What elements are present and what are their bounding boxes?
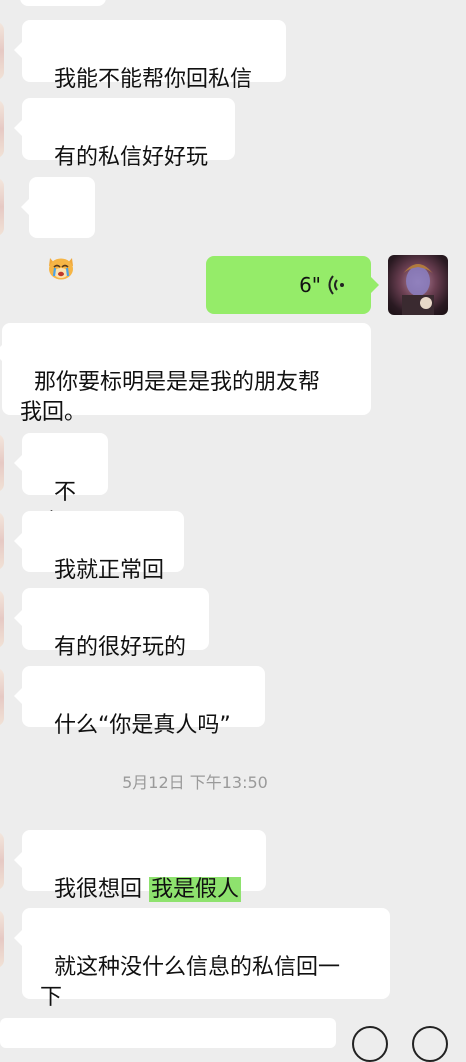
my-avatar[interactable] [388, 255, 448, 315]
message-text: 什么“你是真人吗” [54, 713, 231, 738]
contact-avatar[interactable] [0, 434, 4, 492]
contact-avatar[interactable] [0, 512, 4, 570]
crying-cat-emoji [49, 258, 73, 280]
message-text: 我很想回 [54, 877, 149, 902]
voice-message-bubble[interactable]: 6" [206, 256, 379, 314]
message-text: 我就正常回 [54, 558, 165, 583]
voice-duration: 6" [299, 273, 321, 297]
contact-avatar[interactable] [0, 22, 4, 80]
plus-icon[interactable] [412, 1026, 448, 1062]
contact-avatar[interactable] [0, 590, 4, 648]
message-bubble[interactable]: 有的很好玩的 [14, 588, 209, 660]
emoji-icon[interactable] [352, 1026, 388, 1062]
message-bubble[interactable]: 不会 [14, 433, 108, 535]
contact-avatar[interactable] [0, 668, 4, 726]
contact-avatar[interactable] [0, 910, 4, 968]
message-text: 就这种没什么信息的私信回一 下 [40, 955, 341, 1010]
message-text: 有的很好玩的 [54, 635, 187, 660]
avatar-image [402, 264, 434, 315]
message-bubble[interactable]: 我很想回 我是假人 [14, 830, 266, 902]
contact-avatar[interactable] [0, 100, 4, 158]
contact-avatar[interactable] [0, 178, 4, 236]
message-bubble[interactable]: 那你要标明是是是我的朋友帮 我回。 [0, 323, 371, 425]
message-bubble[interactable]: 就这种没什么信息的私信回一 下 [14, 908, 390, 1010]
message-bubble[interactable]: 我能不能帮你回私信 [14, 20, 286, 92]
message-bubble[interactable]: 我就正常回 [14, 511, 184, 583]
message-input[interactable] [0, 1018, 336, 1048]
message-bubble[interactable]: 有的私信好好玩 [14, 98, 235, 170]
message-text: 我能不能帮你回私信 [54, 67, 253, 92]
contact-avatar[interactable] [0, 832, 4, 890]
voice-wave-icon [328, 275, 344, 295]
chat-timestamp: 5月12日 下午13:50 [122, 773, 268, 792]
message-bubble-partial[interactable] [20, 0, 106, 6]
message-text: 那你要标明是是是我的朋友帮 我回。 [20, 370, 321, 425]
message-bubble[interactable]: 什么“你是真人吗” [14, 666, 265, 738]
highlighted-text: 我是假人 [149, 877, 242, 902]
message-text: 有的私信好好玩 [54, 145, 209, 170]
message-bubble-emoji[interactable] [21, 177, 95, 280]
